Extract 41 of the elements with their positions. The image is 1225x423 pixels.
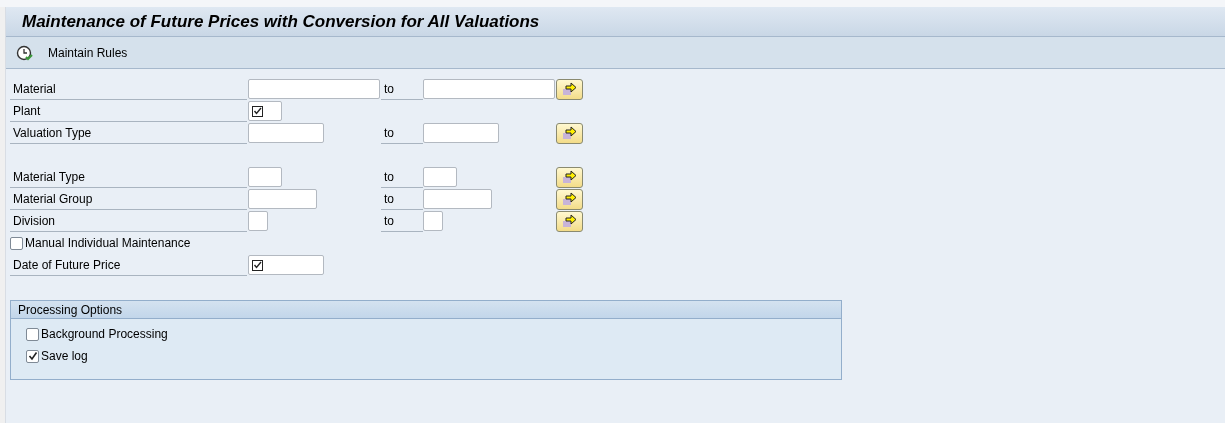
checkbox[interactable] (26, 327, 39, 341)
arrow-icon (561, 82, 578, 96)
input-field[interactable] (248, 211, 268, 231)
checkbox[interactable] (10, 236, 23, 250)
checkbox-label: Background Processing (41, 326, 168, 343)
multiple-selection-button[interactable] (556, 188, 583, 210)
required-check-icon (252, 259, 263, 271)
input-field[interactable] (248, 167, 282, 187)
input-field[interactable] (423, 167, 457, 187)
checkbox-label: Save log (41, 348, 88, 365)
input-field[interactable] (423, 123, 499, 143)
required-check-icon (252, 105, 263, 117)
input-field[interactable] (423, 211, 443, 231)
input-field[interactable] (248, 123, 324, 143)
maintain-rules-button[interactable]: Maintain Rules (16, 43, 128, 62)
field-label: Plant (10, 100, 247, 122)
checkbox[interactable] (26, 349, 39, 363)
input-field[interactable] (248, 101, 282, 121)
group-title: Processing Options (18, 301, 123, 319)
field-label: Valuation Type (10, 122, 247, 144)
window-title: Maintenance of Future Prices with Conversion for All Valuations (22, 10, 540, 33)
input-field[interactable] (423, 79, 555, 99)
multiple-selection-button[interactable] (556, 122, 583, 144)
input-field[interactable] (248, 255, 324, 275)
multiple-selection-button[interactable] (556, 78, 583, 100)
field-label: Material (10, 78, 247, 100)
multiple-selection-button[interactable] (556, 210, 583, 232)
field-label: Material Group (10, 188, 247, 210)
arrow-icon (561, 214, 578, 228)
multiple-selection-button[interactable] (556, 166, 583, 188)
input-field[interactable] (248, 189, 317, 209)
arrow-icon (561, 192, 578, 206)
input-field[interactable] (248, 79, 380, 99)
arrow-icon (561, 126, 578, 140)
clock-check-icon (16, 44, 34, 61)
arrow-icon (561, 170, 578, 184)
input-field[interactable] (423, 189, 492, 209)
field-label: Division (10, 210, 247, 232)
checkbox-label: Manual Individual Maintenance (25, 235, 191, 252)
field-label: Date of Future Price (10, 254, 247, 276)
field-label: Material Type (10, 166, 247, 188)
